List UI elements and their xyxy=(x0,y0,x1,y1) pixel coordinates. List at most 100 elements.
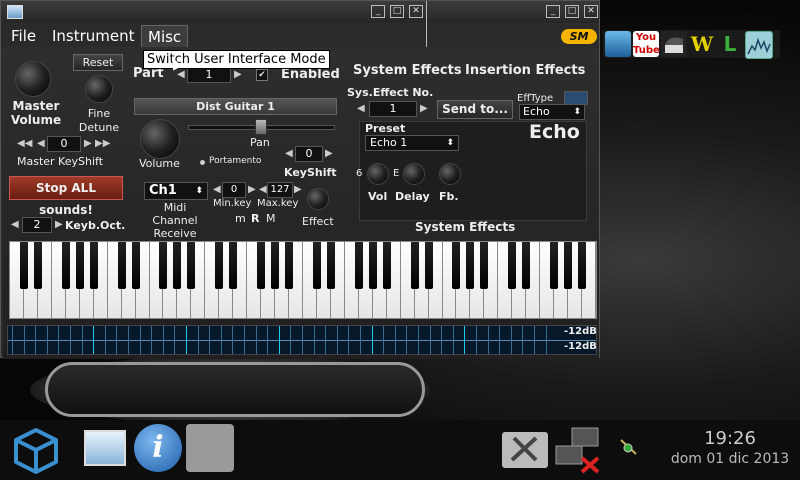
minkey-value[interactable]: 0 xyxy=(222,182,246,198)
sys-effect-no-value[interactable]: 1 xyxy=(369,101,417,117)
black-key[interactable] xyxy=(187,242,196,289)
black-key[interactable] xyxy=(578,242,587,289)
youtube-icon[interactable]: You Tube xyxy=(633,31,660,57)
part-keyshift-value[interactable]: 0 xyxy=(295,146,323,162)
browser-icon[interactable] xyxy=(605,31,631,57)
fine-detune-knob[interactable] xyxy=(85,75,113,103)
portamento-checkbox[interactable] xyxy=(200,160,205,165)
part-down[interactable]: ◀ xyxy=(177,69,185,80)
vol-knob[interactable] xyxy=(367,163,389,185)
black-key[interactable] xyxy=(410,242,419,289)
part-number[interactable]: 1 xyxy=(187,67,231,83)
black-key[interactable] xyxy=(452,242,461,289)
black-key[interactable] xyxy=(89,242,98,289)
delay-knob[interactable] xyxy=(403,163,425,185)
black-key[interactable] xyxy=(75,242,84,289)
master-keyshift-down[interactable]: ◀ xyxy=(37,138,45,149)
secondary-close-button[interactable]: ✕ xyxy=(584,5,598,18)
min-key-set-button[interactable]: m xyxy=(235,212,246,225)
black-key[interactable] xyxy=(229,242,238,289)
menu-instrument[interactable]: Instrument xyxy=(52,27,135,45)
maxkey-value[interactable]: 127 xyxy=(267,182,293,198)
black-key[interactable] xyxy=(550,242,559,289)
master-keyshift-fast-down[interactable]: ◀◀ xyxy=(17,138,32,149)
stop-all-sounds-button[interactable]: Stop ALL sounds! xyxy=(9,176,123,217)
secondary-maximize-button[interactable]: □ xyxy=(565,5,579,18)
max-key-set-button[interactable]: M xyxy=(266,212,276,225)
pan-slider-handle[interactable] xyxy=(255,119,267,135)
network-disconnected-icon[interactable] xyxy=(554,426,602,474)
black-key[interactable] xyxy=(326,242,335,289)
vu-grid-line xyxy=(394,326,396,354)
black-key[interactable] xyxy=(33,242,42,289)
info-icon[interactable]: i xyxy=(134,424,182,472)
lmms-icon[interactable]: L xyxy=(717,31,743,57)
app-menu-cube-icon[interactable] xyxy=(10,424,62,476)
clock-time[interactable]: 19:26 xyxy=(665,428,795,449)
enabled-checkbox[interactable]: ✔ xyxy=(256,69,268,81)
black-key[interactable] xyxy=(368,242,377,289)
part-keyshift-down[interactable]: ◀ xyxy=(285,148,293,159)
master-keyshift-value[interactable]: 0 xyxy=(47,136,81,152)
maxkey-up[interactable]: ▶ xyxy=(294,184,302,195)
black-key[interactable] xyxy=(522,242,531,289)
menu-misc[interactable]: Misc xyxy=(141,25,189,49)
close-button[interactable]: ✕ xyxy=(409,5,423,18)
spectrum-app-icon[interactable] xyxy=(745,31,773,59)
part-keyshift-up[interactable]: ▶ xyxy=(325,148,333,159)
preset-select[interactable]: Echo 1 ⬍ xyxy=(365,135,459,151)
black-key[interactable] xyxy=(131,242,140,289)
sys-effect-up[interactable]: ▶ xyxy=(420,103,428,114)
black-key[interactable] xyxy=(215,242,224,289)
keyb-oct-up[interactable]: ▶ xyxy=(55,219,63,230)
midi-channel-select[interactable]: Ch1 ⬍ xyxy=(144,182,208,200)
maxkey-down[interactable]: ◀ xyxy=(259,184,267,195)
window-titlebar[interactable]: _ □ ✕ _ □ ✕ xyxy=(1,1,599,23)
menu-file[interactable]: File xyxy=(11,27,36,45)
master-volume-knob[interactable] xyxy=(15,61,51,97)
master-keyshift-up[interactable]: ▶ xyxy=(84,138,92,149)
black-key[interactable] xyxy=(117,242,126,289)
piano-app-icon[interactable] xyxy=(661,31,687,57)
show-desktop-icon[interactable] xyxy=(84,430,126,466)
reset-key-range-button[interactable]: R xyxy=(251,212,259,225)
black-key[interactable] xyxy=(312,242,321,289)
master-keyshift-fast-up[interactable]: ▶▶ xyxy=(95,138,110,149)
black-key[interactable] xyxy=(564,242,573,289)
black-key[interactable] xyxy=(480,242,489,289)
volume-tray-icon[interactable] xyxy=(618,436,640,458)
black-key[interactable] xyxy=(382,242,391,289)
black-key[interactable] xyxy=(173,242,182,289)
black-key[interactable] xyxy=(466,242,475,289)
feedback-knob[interactable] xyxy=(439,163,461,185)
keyb-oct-down[interactable]: ◀ xyxy=(11,219,19,230)
minimize-button[interactable]: _ xyxy=(371,5,385,18)
instrument-name-button[interactable]: Dist Guitar 1 xyxy=(134,98,337,115)
keyb-oct-value[interactable]: 2 xyxy=(22,217,52,233)
maximize-button[interactable]: □ xyxy=(390,5,404,18)
virtual-keyboard[interactable] xyxy=(9,241,597,319)
secondary-minimize-button[interactable]: _ xyxy=(546,5,560,18)
efftype-select[interactable]: Echo ⬍ xyxy=(519,104,585,120)
minkey-up[interactable]: ▶ xyxy=(248,184,256,195)
black-key[interactable] xyxy=(424,242,433,289)
black-key[interactable] xyxy=(257,242,266,289)
settings-tools-icon[interactable] xyxy=(502,432,548,468)
part-up[interactable]: ▶ xyxy=(234,69,242,80)
reset-button[interactable]: Reset xyxy=(73,54,123,71)
black-key[interactable] xyxy=(19,242,28,289)
minkey-down[interactable]: ◀ xyxy=(213,184,221,195)
black-key[interactable] xyxy=(271,242,280,289)
black-key[interactable] xyxy=(508,242,517,289)
sys-effect-down[interactable]: ◀ xyxy=(357,103,365,114)
black-key[interactable] xyxy=(61,242,70,289)
black-key[interactable] xyxy=(354,242,363,289)
send-to-button[interactable]: Send to... xyxy=(437,100,513,119)
part-effect-knob[interactable] xyxy=(307,188,329,210)
part-volume-knob[interactable] xyxy=(140,119,180,159)
black-key[interactable] xyxy=(285,242,294,289)
blank-launcher-icon[interactable] xyxy=(186,424,234,472)
black-key[interactable] xyxy=(159,242,168,289)
sm-logo: SM xyxy=(561,29,597,44)
wikipedia-icon[interactable]: W xyxy=(689,31,715,57)
